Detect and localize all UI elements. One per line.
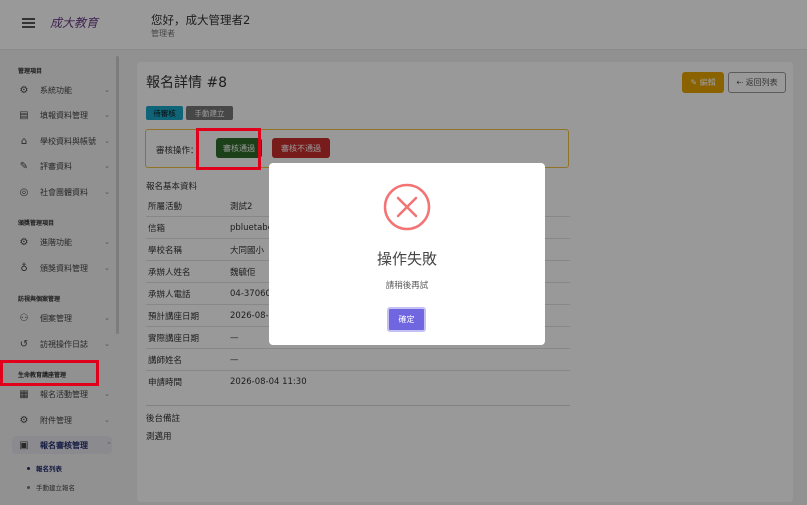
confirm-button[interactable]: 確定 <box>387 307 426 332</box>
error-x-icon <box>383 183 431 231</box>
highlight-box-sidebar-section <box>0 360 99 386</box>
dialog-message: 請稍後再試 <box>385 281 429 291</box>
error-dialog: 操作失敗 請稍後再試 確定 <box>269 163 545 345</box>
highlight-box-approve <box>196 128 261 170</box>
dialog-title: 操作失敗 <box>376 250 437 268</box>
